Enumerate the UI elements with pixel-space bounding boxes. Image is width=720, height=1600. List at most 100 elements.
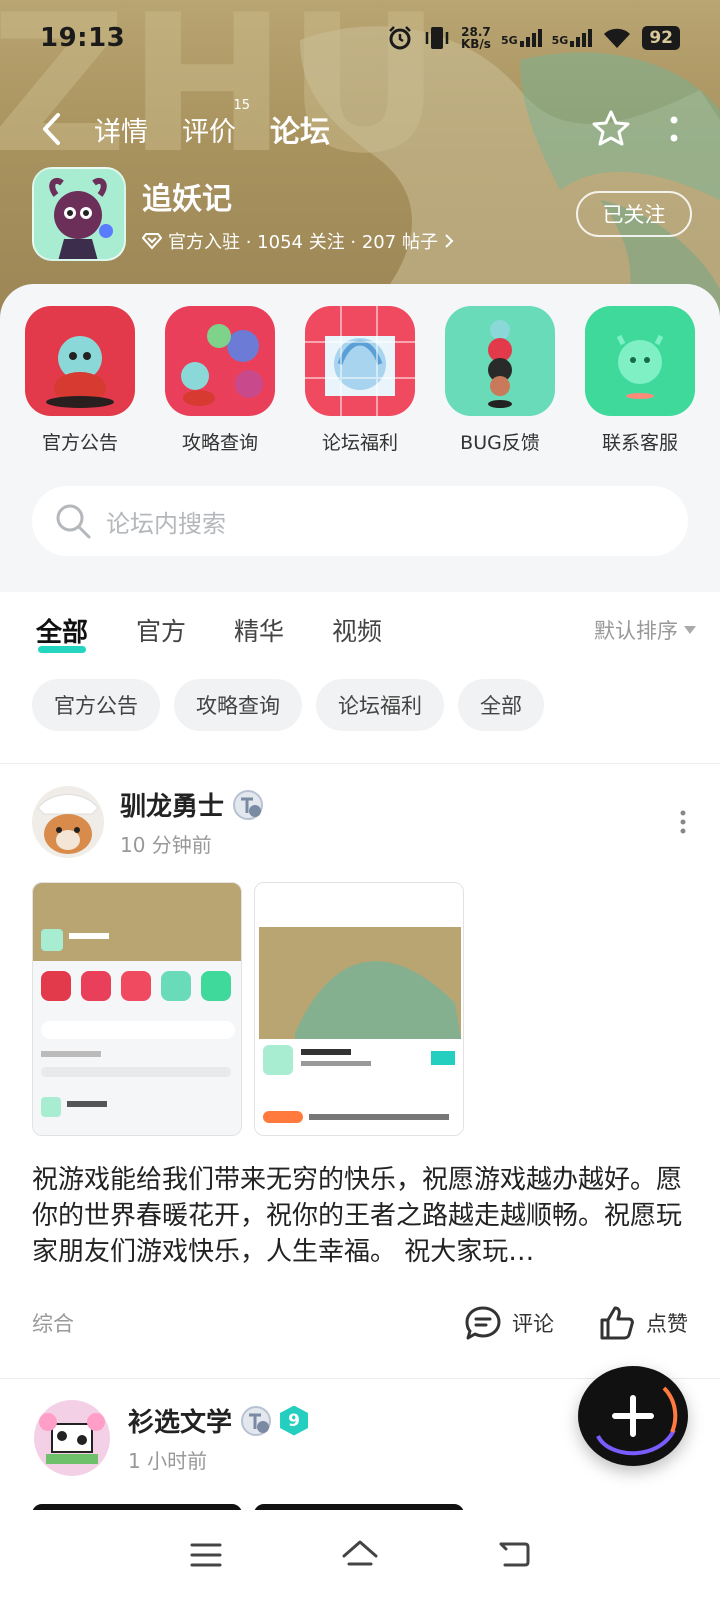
game-mascot-icon [34, 169, 124, 259]
more-menu-icon[interactable] [668, 113, 680, 145]
alarm-icon [389, 26, 411, 50]
post-images [0, 882, 720, 1136]
author-info: 衫选文学 9 1 小时前 [128, 1402, 309, 1474]
author-info: 驯龙勇士 10 分钟前 [120, 786, 264, 858]
post-image-thumbnail[interactable] [254, 882, 464, 1136]
customer-service-icon [585, 306, 695, 416]
signal-2: 5G [552, 29, 593, 47]
shortcut-label: 攻略查询 [181, 432, 258, 454]
t2-rank-badge-icon [241, 1405, 272, 1436]
post-time: 10 分钟前 [120, 833, 212, 857]
vibrate-icon [425, 27, 449, 49]
shortcut-label: 官方公告 [41, 432, 118, 454]
signal-bars-icon [519, 29, 542, 47]
chevron-right-icon [445, 234, 454, 248]
post-footer: 综合 评论 点赞 [0, 1304, 720, 1342]
follow-button[interactable]: 已关注 [576, 191, 692, 237]
shortcut-customer-service[interactable]: 联系客服 [584, 306, 696, 455]
battery-indicator: 92 [642, 26, 680, 50]
category-chips: 官方公告 攻略查询 论坛福利 全部 [32, 679, 544, 731]
plus-icon [596, 1386, 678, 1456]
review-count-badge: 15 [233, 97, 250, 113]
forum-search-input[interactable]: 论坛内搜索 [32, 486, 688, 556]
speed-unit: KB/s [460, 37, 491, 51]
tab-forum[interactable]: 论坛 [270, 107, 330, 153]
t2-rank-badge-icon [233, 789, 264, 820]
game-info: 追妖记 官方入驻 · 1054 关注 · 207 帖子 已关注 [32, 166, 692, 262]
star-favorite-icon[interactable] [590, 108, 632, 150]
announcement-icon [25, 306, 135, 416]
like-label: 点赞 [646, 1312, 688, 1336]
filter-tab-official[interactable]: 官方 [136, 612, 186, 648]
bug-report-icon [445, 306, 555, 416]
chip-forum-welfare[interactable]: 论坛福利 [316, 679, 444, 731]
post-actions: 评论 点赞 [464, 1304, 688, 1342]
shortcut-guide-search[interactable]: 攻略查询 [164, 306, 276, 455]
create-post-button[interactable] [578, 1366, 688, 1466]
post-body[interactable]: 祝游戏能给我们带来无穷的快乐，祝愿游戏越办越好。愿你的世界春暖花开，祝你的王者之… [0, 1162, 720, 1270]
wifi-icon [604, 28, 631, 48]
sort-dropdown[interactable]: 默认排序 [594, 615, 696, 645]
sort-label: 默认排序 [594, 619, 678, 643]
post-more-icon[interactable] [678, 810, 688, 834]
level-badge: 9 [280, 1405, 309, 1436]
tab-reviews-label: 评价 [182, 116, 236, 148]
guide-icon [165, 306, 275, 416]
chip-guide-search[interactable]: 攻略查询 [174, 679, 302, 731]
shortcut-row: 官方公告 攻略查询 论坛福利 BUG反馈 联系客服 [0, 284, 720, 455]
back-arrow-icon [43, 113, 60, 145]
filter-tab-video[interactable]: 视频 [332, 612, 382, 648]
author-row: 衫选文学 9 [128, 1402, 309, 1439]
home-icon[interactable] [340, 1538, 380, 1572]
post-time: 1 小时前 [128, 1449, 208, 1473]
filter-tabs: 全部 官方 精华 视频 默认排序 [36, 602, 696, 658]
comment-button[interactable]: 评论 [464, 1304, 554, 1342]
tab-reviews[interactable]: 评价 15 [182, 98, 250, 149]
signal-1: 5G [501, 29, 542, 47]
signal-bars-icon [570, 29, 593, 47]
shortcut-bug-report[interactable]: BUG反馈 [444, 306, 556, 455]
post-image-thumbnail[interactable] [32, 882, 242, 1136]
filter-tab-all[interactable]: 全部 [36, 612, 88, 653]
avatar[interactable] [32, 1398, 112, 1478]
game-name: 追妖记 [142, 182, 232, 217]
author-name[interactable]: 衫选文学 [128, 1402, 232, 1439]
welfare-icon [305, 306, 415, 416]
header-banner: ZHU 19:13 28.7 KB/s 5G 5G 92 详情 评价 15 论坛… [0, 0, 720, 320]
shortcut-forum-welfare[interactable]: 论坛福利 [304, 306, 416, 455]
author-row: 驯龙勇士 [120, 786, 264, 823]
game-text: 追妖记 官方入驻 · 1054 关注 · 207 帖子 [142, 174, 454, 254]
status-bar: 19:13 28.7 KB/s 5G 5G 92 [0, 0, 720, 76]
filter-tab-featured[interactable]: 精华 [234, 612, 284, 648]
caret-down-icon [684, 626, 696, 634]
search-icon [56, 504, 91, 539]
tab-details[interactable]: 详情 [94, 110, 148, 149]
diamond-verified-icon [142, 233, 162, 250]
avatar[interactable] [32, 786, 104, 858]
shortcut-label: BUG反馈 [460, 432, 540, 454]
back-button[interactable] [40, 104, 80, 154]
divider [0, 763, 720, 764]
chip-all[interactable]: 全部 [458, 679, 544, 731]
forum-shortcuts-card: 官方公告 攻略查询 论坛福利 BUG反馈 联系客服 论坛内搜索 [0, 284, 720, 592]
shortcut-official-notice[interactable]: 官方公告 [24, 306, 136, 455]
like-button[interactable]: 点赞 [598, 1304, 688, 1342]
author-name[interactable]: 驯龙勇士 [120, 786, 224, 823]
post-card[interactable]: 驯龙勇士 10 分钟前 祝游戏能给我们带来无穷的快乐，祝愿游戏越办越好。愿你的世… [0, 786, 720, 1342]
status-time: 19:13 [40, 23, 126, 53]
chip-official-notice[interactable]: 官方公告 [32, 679, 160, 731]
network-type-1: 5G [500, 34, 518, 47]
back-icon[interactable] [497, 1540, 531, 1570]
search-placeholder: 论坛内搜索 [106, 509, 226, 538]
top-nav: 详情 评价 15 论坛 [0, 94, 720, 164]
post-header: 驯龙勇士 10 分钟前 [0, 786, 720, 858]
post-category-tag[interactable]: 综合 [32, 1308, 74, 1338]
menu-icon[interactable] [189, 1541, 223, 1569]
thumbs-up-icon [600, 1306, 634, 1340]
comment-label: 评论 [512, 1312, 554, 1336]
comment-icon [465, 1306, 501, 1340]
game-icon[interactable] [32, 167, 126, 261]
system-navigation-bar [0, 1510, 720, 1600]
game-meta[interactable]: 官方入驻 · 1054 关注 · 207 帖子 [142, 228, 454, 254]
status-icons: 28.7 KB/s 5G 5G 92 [387, 25, 680, 51]
